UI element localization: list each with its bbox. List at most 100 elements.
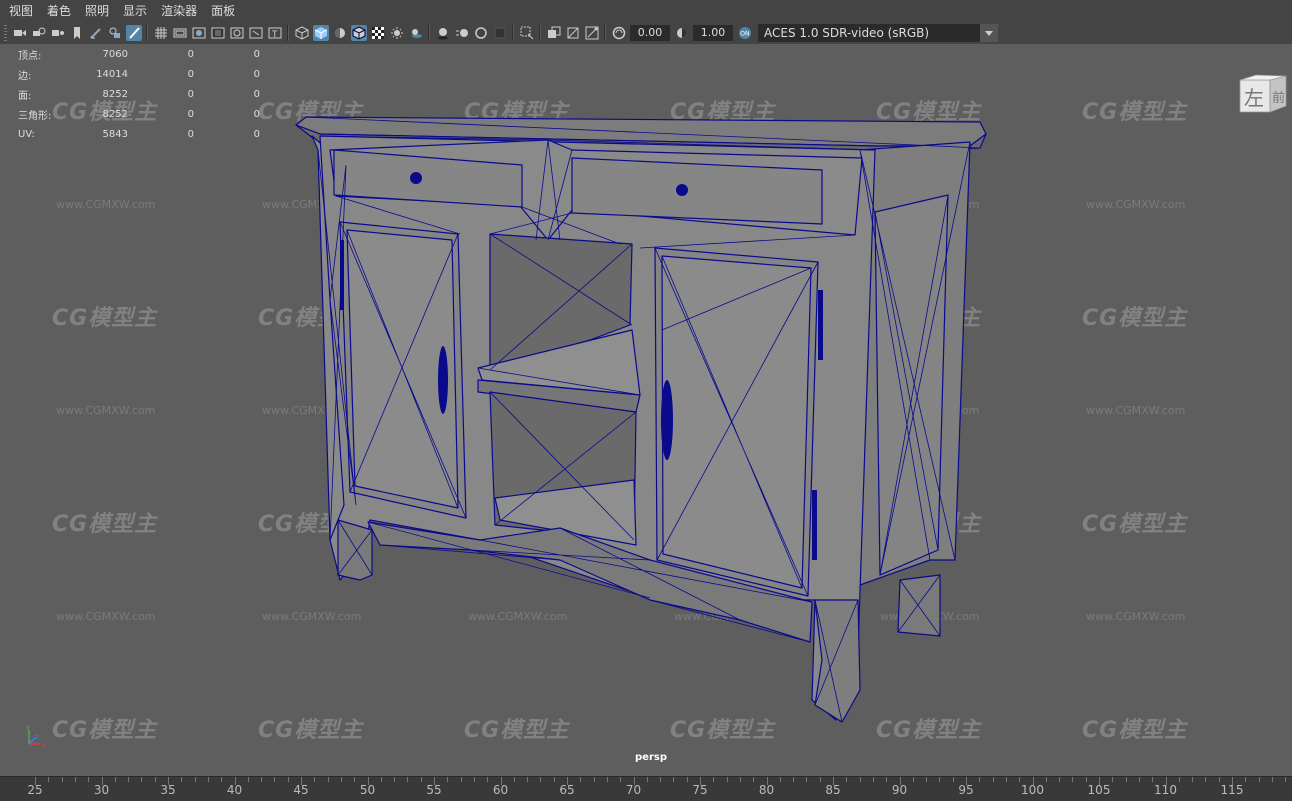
xray-icon[interactable] bbox=[546, 25, 562, 41]
motion-blur-icon[interactable] bbox=[454, 25, 470, 41]
viewcube[interactable]: 左 前 bbox=[1226, 74, 1292, 136]
grease-pencil-icon[interactable] bbox=[88, 25, 104, 41]
timeslider-tick bbox=[327, 777, 329, 782]
wireframe-on-shaded-icon[interactable] bbox=[350, 25, 367, 41]
hud-label: 三角形: bbox=[18, 110, 52, 122]
timeslider-tick-label: 110 bbox=[1154, 783, 1177, 797]
wireframe-icon[interactable] bbox=[294, 25, 310, 41]
bookmark-camera-icon[interactable] bbox=[50, 25, 66, 41]
axis-x-label: x bbox=[41, 741, 45, 749]
timeslider-tick bbox=[567, 777, 568, 785]
timeslider-tick bbox=[1285, 777, 1287, 782]
exposure-icon[interactable] bbox=[611, 25, 627, 41]
depth-of-field-icon[interactable] bbox=[492, 25, 508, 41]
timeslider-tick bbox=[753, 777, 755, 782]
toolbar-separator bbox=[146, 25, 148, 41]
timeslider-tick bbox=[340, 777, 342, 782]
timeslider-tick bbox=[979, 777, 981, 782]
2d-pan-zoom-icon[interactable] bbox=[125, 25, 142, 41]
menu-view[interactable]: 视图 bbox=[0, 0, 40, 22]
timeslider-tick bbox=[859, 777, 861, 782]
timeslider-tick bbox=[141, 777, 143, 782]
hud-row-vertices: 顶点: 7060 0 0 bbox=[18, 44, 260, 64]
timeslider-tick bbox=[1178, 777, 1180, 782]
timeslider-tick bbox=[846, 777, 848, 782]
timeslider-tick bbox=[460, 777, 462, 782]
chevron-down-icon[interactable] bbox=[980, 24, 998, 42]
timeslider-tick bbox=[527, 777, 529, 782]
toolbar-separator bbox=[539, 25, 541, 41]
menu-renderer[interactable]: 渲染器 bbox=[154, 0, 204, 22]
use-all-lights-icon[interactable] bbox=[389, 25, 405, 41]
image-plane-icon[interactable] bbox=[107, 25, 123, 41]
timeslider-tick bbox=[1099, 777, 1100, 785]
timeslider-tick bbox=[1032, 777, 1034, 785]
toolbar-grip[interactable] bbox=[4, 25, 7, 41]
timeslider-tick bbox=[713, 777, 715, 782]
timeslider-tick bbox=[766, 777, 768, 785]
viewcube-left-face[interactable]: 左 bbox=[1244, 86, 1264, 110]
timeslider-tick-label: 65 bbox=[559, 783, 575, 797]
timeslider-tick-label: 75 bbox=[692, 783, 708, 797]
film-gate-icon[interactable] bbox=[172, 25, 188, 41]
timeslider-tick bbox=[806, 777, 808, 782]
hud-label: 面: bbox=[18, 90, 32, 102]
menu-panels[interactable]: 面板 bbox=[204, 0, 242, 22]
colorspace-dropdown[interactable]: ACES 1.0 SDR-video (sRGB) bbox=[758, 24, 998, 42]
timeslider-tick bbox=[128, 777, 130, 782]
cabinet-model[interactable] bbox=[0, 44, 1292, 776]
timeslider-tick bbox=[793, 777, 795, 782]
menu-shading[interactable]: 着色 bbox=[40, 0, 78, 22]
timeslider-tick bbox=[234, 777, 236, 785]
textured-icon[interactable] bbox=[370, 25, 386, 41]
timeslider-tick bbox=[114, 777, 116, 782]
timeslider-tick bbox=[606, 777, 608, 782]
timeslider-tick-label: 90 bbox=[891, 783, 908, 797]
axis-gizmo: y x z bbox=[26, 723, 45, 749]
hud-value: 0 bbox=[187, 108, 194, 120]
shadows-icon[interactable] bbox=[408, 25, 424, 41]
timeslider-tick bbox=[553, 777, 555, 782]
time-slider[interactable]: 25 30 35 40 45 50 55 60 65 70 75 80 85 90 95 100 105 110 1… bbox=[0, 776, 1292, 801]
grid-icon[interactable] bbox=[153, 25, 169, 41]
timeslider-tick bbox=[646, 777, 648, 782]
svg-text:ON: ON bbox=[740, 31, 749, 38]
default-material-icon[interactable] bbox=[332, 25, 348, 41]
hud-value: 0 bbox=[253, 128, 260, 140]
timeslider-tick bbox=[1192, 777, 1194, 782]
timeslider-tick bbox=[1125, 777, 1127, 782]
timeslider-tick bbox=[833, 777, 834, 785]
resolution-gate-icon[interactable] bbox=[191, 25, 207, 41]
xray-joints-icon[interactable] bbox=[584, 25, 600, 41]
viewcube-front-face[interactable]: 前 bbox=[1272, 90, 1285, 106]
xray-active-components-icon[interactable] bbox=[565, 25, 581, 41]
timeslider-tick bbox=[61, 777, 63, 782]
screen-space-ao-icon[interactable] bbox=[435, 25, 451, 41]
gate-mask-icon[interactable] bbox=[210, 25, 226, 41]
viewport-persp[interactable]: CG模型主 www.CGMXW.com CG模型主 www.CGMXW.com CG模型… bbox=[0, 44, 1292, 776]
safe-action-icon[interactable] bbox=[248, 25, 264, 41]
isolate-select-icon[interactable] bbox=[519, 25, 535, 41]
camera-attributes-icon[interactable] bbox=[31, 25, 47, 41]
hud-label: 顶点: bbox=[18, 50, 42, 62]
safe-title-icon[interactable]: T bbox=[267, 25, 283, 41]
timeslider-tick bbox=[1245, 777, 1247, 782]
view-transform-toggle[interactable]: ON bbox=[737, 25, 753, 41]
exposure-field[interactable]: 0.00 bbox=[630, 25, 670, 41]
timeslider-tick bbox=[926, 777, 928, 782]
timeslider-tick bbox=[434, 777, 435, 785]
camera-select-icon[interactable] bbox=[12, 25, 28, 41]
timeslider-tick bbox=[380, 777, 382, 782]
menu-lighting[interactable]: 照明 bbox=[78, 0, 116, 22]
timeslider-tick bbox=[394, 777, 396, 782]
hud-row-uvs: UV: 5843 0 0 bbox=[18, 124, 260, 144]
menu-show[interactable]: 显示 bbox=[116, 0, 154, 22]
multisample-aa-icon[interactable] bbox=[473, 25, 489, 41]
timeslider-tick bbox=[1218, 777, 1220, 782]
field-chart-icon[interactable] bbox=[229, 25, 245, 41]
gamma-icon[interactable] bbox=[674, 25, 690, 41]
bookmark-icon[interactable] bbox=[69, 25, 85, 41]
smooth-shade-icon[interactable] bbox=[312, 25, 329, 41]
timeslider-tick bbox=[1232, 777, 1233, 785]
gamma-field[interactable]: 1.00 bbox=[693, 25, 733, 41]
